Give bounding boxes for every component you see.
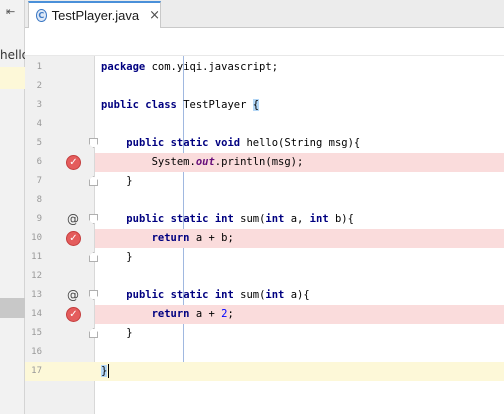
gutter-line-2[interactable]: 2 [25,77,95,96]
gutter-line-15[interactable]: 15 [25,324,98,343]
project-tree-highlight [0,67,25,89]
gutter-line-3[interactable]: 3 [25,96,95,115]
code-text: } [101,175,133,187]
code-line-5[interactable]: public static void hello(String msg){ [95,134,504,153]
tab-testplayer-java[interactable]: C TestPlayer.java × [28,1,161,28]
line-number: 3 [36,100,42,110]
code-line-12[interactable] [95,267,504,286]
gutter-line-1[interactable]: 1 [25,58,95,77]
code-line-16[interactable] [95,343,504,362]
code-line-4[interactable] [95,115,504,134]
code-line-15[interactable]: } [95,324,504,343]
code-line-17[interactable]: } [95,362,504,381]
code-text: } [101,251,133,263]
code-line-2[interactable] [95,77,504,96]
line-number: 8 [36,195,42,205]
java-class-icon: C [36,9,47,22]
project-tree-item-hello[interactable]: hello [0,48,25,62]
code-line-1[interactable]: package com.yiqi.javascript; [95,58,504,77]
project-tree-selection [0,298,25,318]
code-line-6[interactable]: System.out.println(msg); [95,153,504,172]
code-line-13[interactable]: public static int sum(int a){ [95,286,504,305]
gutter-line-7[interactable]: 7 [25,172,98,191]
line-number: 16 [31,347,42,357]
gutter-line-4[interactable]: 4 [25,115,95,134]
line-number: 4 [36,119,42,129]
code-line-11[interactable]: } [95,248,504,267]
collapse-panel-icon[interactable]: ⇤ [6,5,15,18]
line-number: 9 [36,214,42,224]
code-line-10[interactable]: return a + b; [95,229,504,248]
code-text: return a + 2; [151,308,234,320]
text-caret [108,364,109,378]
gutter-line-13[interactable]: 13 @ [25,286,98,305]
line-number: 5 [36,138,42,148]
editor-gutter[interactable]: 1 2 3 4 5 6 ✓ 7 8 9 @10 ✓ 11 12 13 @14 ✓ 15 16 17 [25,56,98,414]
line-number: 1 [36,62,42,72]
code-text: } [101,327,133,339]
code-line-3[interactable]: public class TestPlayer { [95,96,504,115]
gutter-line-6[interactable]: 6 ✓ [25,153,95,172]
code-line-9[interactable]: public static int sum(int a, int b){ [95,210,504,229]
line-number: 10 [31,233,42,243]
tab-label: TestPlayer.java [51,8,140,23]
gutter-line-5[interactable]: 5 [25,134,98,153]
gutter-line-12[interactable]: 12 [25,267,95,286]
code-text: System.out.println(msg); [101,156,304,168]
line-number: 17 [31,366,42,376]
breakpoint-icon[interactable]: ✓ [66,155,81,170]
line-number: 11 [31,252,42,262]
line-number: 2 [36,81,42,91]
line-number: 13 [31,290,42,300]
line-number: 14 [31,309,42,319]
gutter-line-9[interactable]: 9 @ [25,210,98,229]
code-line-14[interactable]: return a + 2; [95,305,504,324]
editor-tab-bar: C TestPlayer.java × [25,0,504,28]
code-line-8[interactable] [95,191,504,210]
code-text: public static int sum(int a){ [126,289,310,301]
gutter-line-10[interactable]: 10 ✓ [25,229,95,248]
project-panel-strip: ⇤ hello [0,0,25,414]
line-number: 12 [31,271,42,281]
line-number: 15 [31,328,42,338]
code-text: public static void hello(String msg){ [126,137,361,149]
gutter-line-17[interactable]: 17 [25,362,95,381]
gutter-line-8[interactable]: 8 [25,191,95,210]
annotation-icon[interactable]: @ [67,287,79,304]
code-area[interactable]: package com.yiqi.javascript; public class… [95,56,504,414]
code-text: public class TestPlayer { [101,99,260,111]
close-icon[interactable]: × [149,8,160,23]
editor-breadcrumb-bar [25,28,504,56]
breakpoint-icon[interactable]: ✓ [66,231,81,246]
code-text: } [101,365,108,377]
breakpoint-icon[interactable]: ✓ [66,307,81,322]
code-text: return a + b; [151,232,234,244]
gutter-line-14[interactable]: 14 ✓ [25,305,95,324]
code-line-7[interactable]: } [95,172,504,191]
code-text: public static int sum(int a, int b){ [126,213,354,225]
annotation-icon[interactable]: @ [67,211,79,228]
code-text: package com.yiqi.javascript; [101,61,279,73]
gutter-line-16[interactable]: 16 [25,343,95,362]
gutter-line-11[interactable]: 11 [25,248,98,267]
line-number: 6 [36,157,42,167]
line-number: 7 [36,176,42,186]
code-editor[interactable]: 1 2 3 4 5 6 ✓ 7 8 9 @10 ✓ 11 12 13 @14 ✓ 15 16 17 package c… [25,56,504,414]
